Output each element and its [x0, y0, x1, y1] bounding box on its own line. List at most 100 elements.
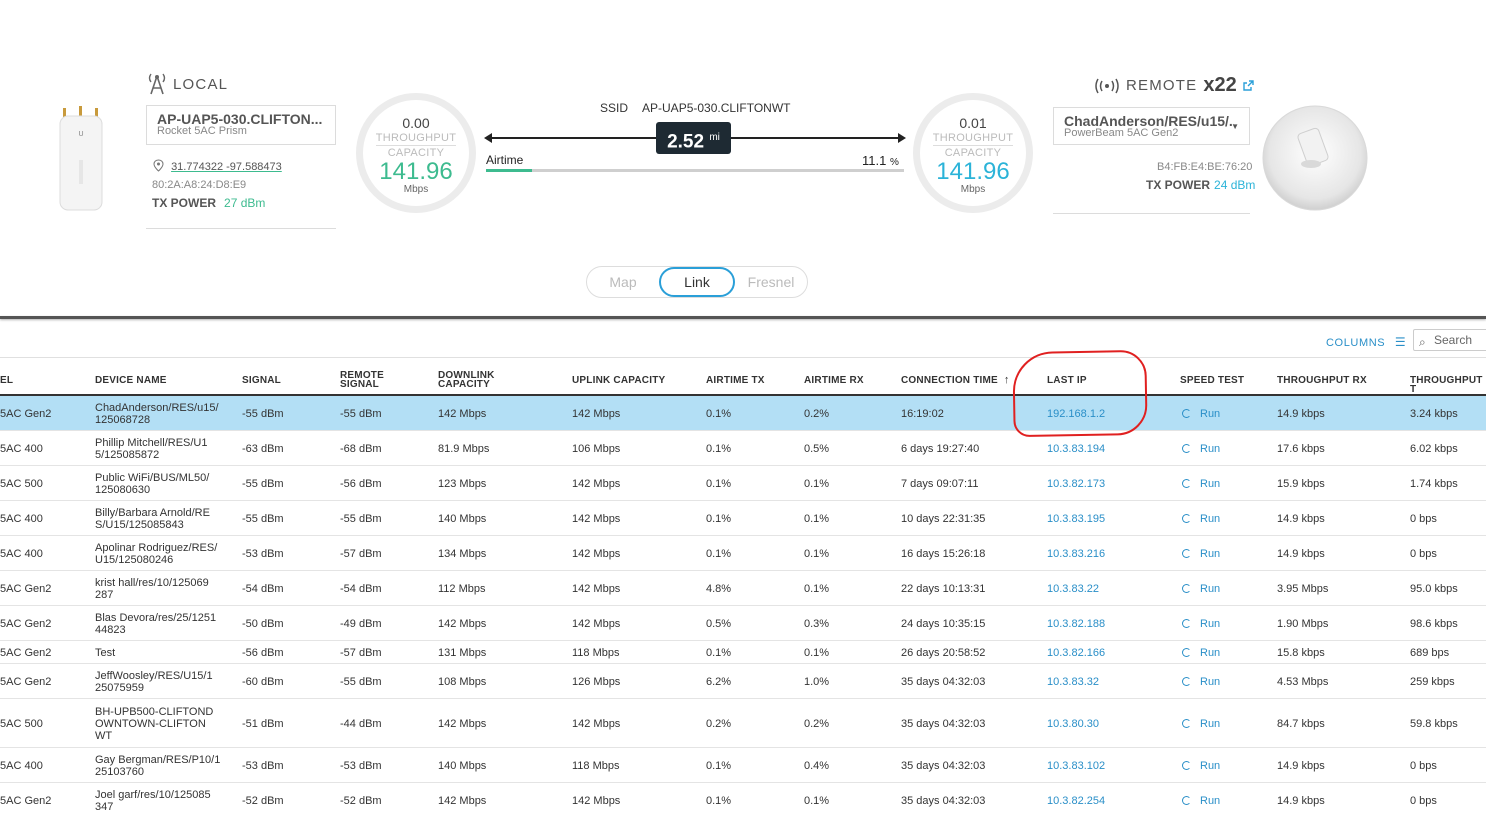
run-label: Run: [1200, 760, 1221, 772]
table-row[interactable]: 5AC 400 Billy/Barbara Arnold/RE S/U15/1250…: [0, 501, 1486, 536]
col-header-signal[interactable]: SIGNAL: [242, 376, 281, 386]
table-row[interactable]: 5AC Gen2 Joel garf/res/10/125085 347 -52 dB…: [0, 783, 1486, 814]
table-row[interactable]: 5AC Gen2 krist hall/res/10/125069 287 -54 d…: [0, 571, 1486, 606]
speed-test-run-button[interactable]: Run: [1182, 478, 1220, 490]
map-pin-icon: [153, 159, 164, 172]
cell-airtime-rx: 0.1%: [804, 795, 830, 807]
speed-test-run-button[interactable]: Run: [1182, 718, 1220, 730]
col-header-device-name[interactable]: DEVICE NAME: [95, 376, 167, 386]
cell-last-ip[interactable]: 10.3.80.30: [1047, 718, 1099, 730]
cell-remote-signal: -49 dBm: [340, 618, 382, 630]
cell-signal: -56 dBm: [242, 647, 284, 659]
speed-test-run-button[interactable]: Run: [1182, 795, 1220, 807]
table-row[interactable]: 5AC Gen2 JeffWoosley/RES/U15/1 25075959 -60…: [0, 664, 1486, 699]
cell-airtime-rx: 1.0%: [804, 676, 830, 688]
external-link-icon[interactable]: [1243, 80, 1254, 91]
cell-airtime-rx: 0.1%: [804, 647, 830, 659]
cell-signal: -54 dBm: [242, 583, 284, 595]
speedometer-icon: [1182, 584, 1191, 593]
speed-test-run-button[interactable]: Run: [1182, 618, 1220, 630]
cell-throughput-tx: 0 bps: [1410, 760, 1437, 772]
airtime-label: Airtime: [486, 153, 524, 167]
table-row[interactable]: 5AC Gen2 Test -56 dBm -57 dBm 131 Mbps 118 Mb…: [0, 641, 1486, 664]
tab-link[interactable]: Link: [659, 267, 735, 297]
cell-last-ip[interactable]: 10.3.82.188: [1047, 618, 1105, 630]
speed-test-run-button[interactable]: Run: [1182, 647, 1220, 659]
cell-connection-time: 35 days 04:32:03: [901, 718, 986, 730]
cell-last-ip[interactable]: 10.3.82.173: [1047, 478, 1105, 490]
speed-test-run-button[interactable]: Run: [1182, 443, 1220, 455]
cell-uplink: 118 Mbps: [572, 647, 620, 659]
tab-map[interactable]: Map: [587, 267, 659, 297]
table-row[interactable]: 5AC Gen2 ChadAnderson/RES/u15/125068728 -5…: [0, 396, 1486, 431]
cell-last-ip[interactable]: 10.3.83.22: [1047, 583, 1099, 595]
local-coords[interactable]: 31.774322 -97.588473: [171, 161, 282, 173]
speed-test-run-button[interactable]: Run: [1182, 513, 1220, 525]
cell-last-ip[interactable]: 10.3.83.32: [1047, 676, 1099, 688]
table-row[interactable]: 5AC 400 Gay Bergman/RES/P10/1 25103760 -53 …: [0, 748, 1486, 783]
col-header-connection-time[interactable]: CONNECTION TIME ↑: [901, 375, 1010, 386]
cell-device-name: Apolinar Rodriguez/RES/U15/125080246: [95, 542, 218, 566]
remote-device-selector[interactable]: ChadAnderson/RES/u15/... PowerBeam 5AC G…: [1053, 107, 1250, 145]
cell-last-ip[interactable]: 10.3.82.166: [1047, 647, 1105, 659]
remote-label: REMOTE: [1126, 77, 1198, 94]
cell-device-name: Joel garf/res/10/125085 347: [95, 789, 211, 813]
col-header-remote-signal[interactable]: REMOTE SIGNAL: [340, 371, 390, 390]
cell-throughput-tx: 0 bps: [1410, 795, 1437, 807]
col-header-downlink-capacity[interactable]: DOWNLINK CAPACITY: [438, 371, 508, 390]
table-row[interactable]: 5AC 500 BH-UPB500-CLIFTOND OWNTOWN-CLIFTON…: [0, 699, 1486, 748]
col-header-airtime-rx[interactable]: AIRTIME RX: [804, 376, 864, 386]
cell-model: 5AC Gen2: [0, 647, 52, 659]
tab-fresnel[interactable]: Fresnel: [735, 267, 807, 297]
search-input[interactable]: ⌕ Search: [1413, 329, 1486, 351]
cell-last-ip[interactable]: 10.3.83.195: [1047, 513, 1105, 525]
arrow-right-icon: [898, 133, 906, 143]
cell-throughput-rx: 17.6 kbps: [1277, 443, 1325, 455]
remote-tx-power-label: TX POWER: [1146, 178, 1211, 192]
speed-test-run-button[interactable]: Run: [1182, 583, 1220, 595]
cell-signal: -50 dBm: [242, 618, 284, 630]
table-row[interactable]: 5AC 400 Apolinar Rodriguez/RES/U15/125080…: [0, 536, 1486, 571]
cell-last-ip[interactable]: 10.3.83.102: [1047, 760, 1105, 772]
table-row[interactable]: 5AC 400 Phillip Mitchell/RES/U1 5/12508587…: [0, 431, 1486, 466]
cell-device-name: Phillip Mitchell/RES/U1 5/125085872: [95, 437, 208, 461]
cell-remote-signal: -68 dBm: [340, 443, 382, 455]
speed-test-run-button[interactable]: Run: [1182, 548, 1220, 560]
airtime-bar: [486, 169, 904, 172]
cell-signal: -55 dBm: [242, 408, 284, 420]
local-device-selector[interactable]: AP-UAP5-030.CLIFTON... Rocket 5AC Prism: [146, 105, 336, 145]
speed-test-run-button[interactable]: Run: [1182, 760, 1220, 772]
table-row[interactable]: 5AC Gen2 Blas Devora/res/25/1251 44823 -50 …: [0, 606, 1486, 641]
remote-throughput-gauge: 0.01 THROUGHPUT CAPACITY 141.96 Mbps: [913, 93, 1033, 213]
cell-throughput-tx: 0 bps: [1410, 548, 1437, 560]
remote-capacity-unit: Mbps: [960, 184, 986, 195]
cell-uplink: 142 Mbps: [572, 583, 621, 595]
cell-remote-signal: -53 dBm: [340, 760, 382, 772]
cell-connection-time: 24 days 10:35:15: [901, 618, 986, 630]
speed-test-run-button[interactable]: Run: [1182, 408, 1220, 420]
columns-button[interactable]: COLUMNS ☰: [1326, 335, 1406, 349]
cell-last-ip[interactable]: 10.3.83.216: [1047, 548, 1105, 560]
local-location[interactable]: 31.774322 -97.588473: [153, 159, 282, 173]
antenna-tower-icon: [148, 73, 166, 95]
col-header-airtime-tx[interactable]: AIRTIME TX: [706, 376, 765, 386]
col-header-model[interactable]: EL: [0, 376, 13, 386]
remote-count[interactable]: x22: [1203, 74, 1236, 97]
cell-last-ip[interactable]: 10.3.83.194: [1047, 443, 1105, 455]
cell-uplink: 142 Mbps: [572, 718, 621, 730]
table-row[interactable]: 5AC 500 Public WiFi/BUS/ML50/125080630 -55…: [0, 466, 1486, 501]
cell-uplink: 142 Mbps: [572, 548, 621, 560]
col-header-throughput-rx[interactable]: THROUGHPUT RX: [1277, 376, 1367, 386]
cell-throughput-rx: 14.9 kbps: [1277, 760, 1325, 772]
cell-last-ip[interactable]: 10.3.82.254: [1047, 795, 1105, 807]
cell-model: 5AC Gen2: [0, 618, 52, 630]
col-header-uplink-capacity[interactable]: UPLINK CAPACITY: [572, 376, 665, 386]
cell-connection-time: 7 days 09:07:11: [901, 478, 979, 490]
cell-connection-time: 35 days 04:32:03: [901, 760, 986, 772]
cell-throughput-rx: 84.7 kbps: [1277, 718, 1325, 730]
col-header-speed-test[interactable]: SPEED TEST: [1180, 376, 1244, 386]
speedometer-icon: [1182, 514, 1191, 523]
speed-test-run-button[interactable]: Run: [1182, 676, 1220, 688]
col-header-throughput-tx[interactable]: THROUGHPUT T: [1410, 376, 1486, 395]
cell-throughput-rx: 3.95 Mbps: [1277, 583, 1329, 595]
